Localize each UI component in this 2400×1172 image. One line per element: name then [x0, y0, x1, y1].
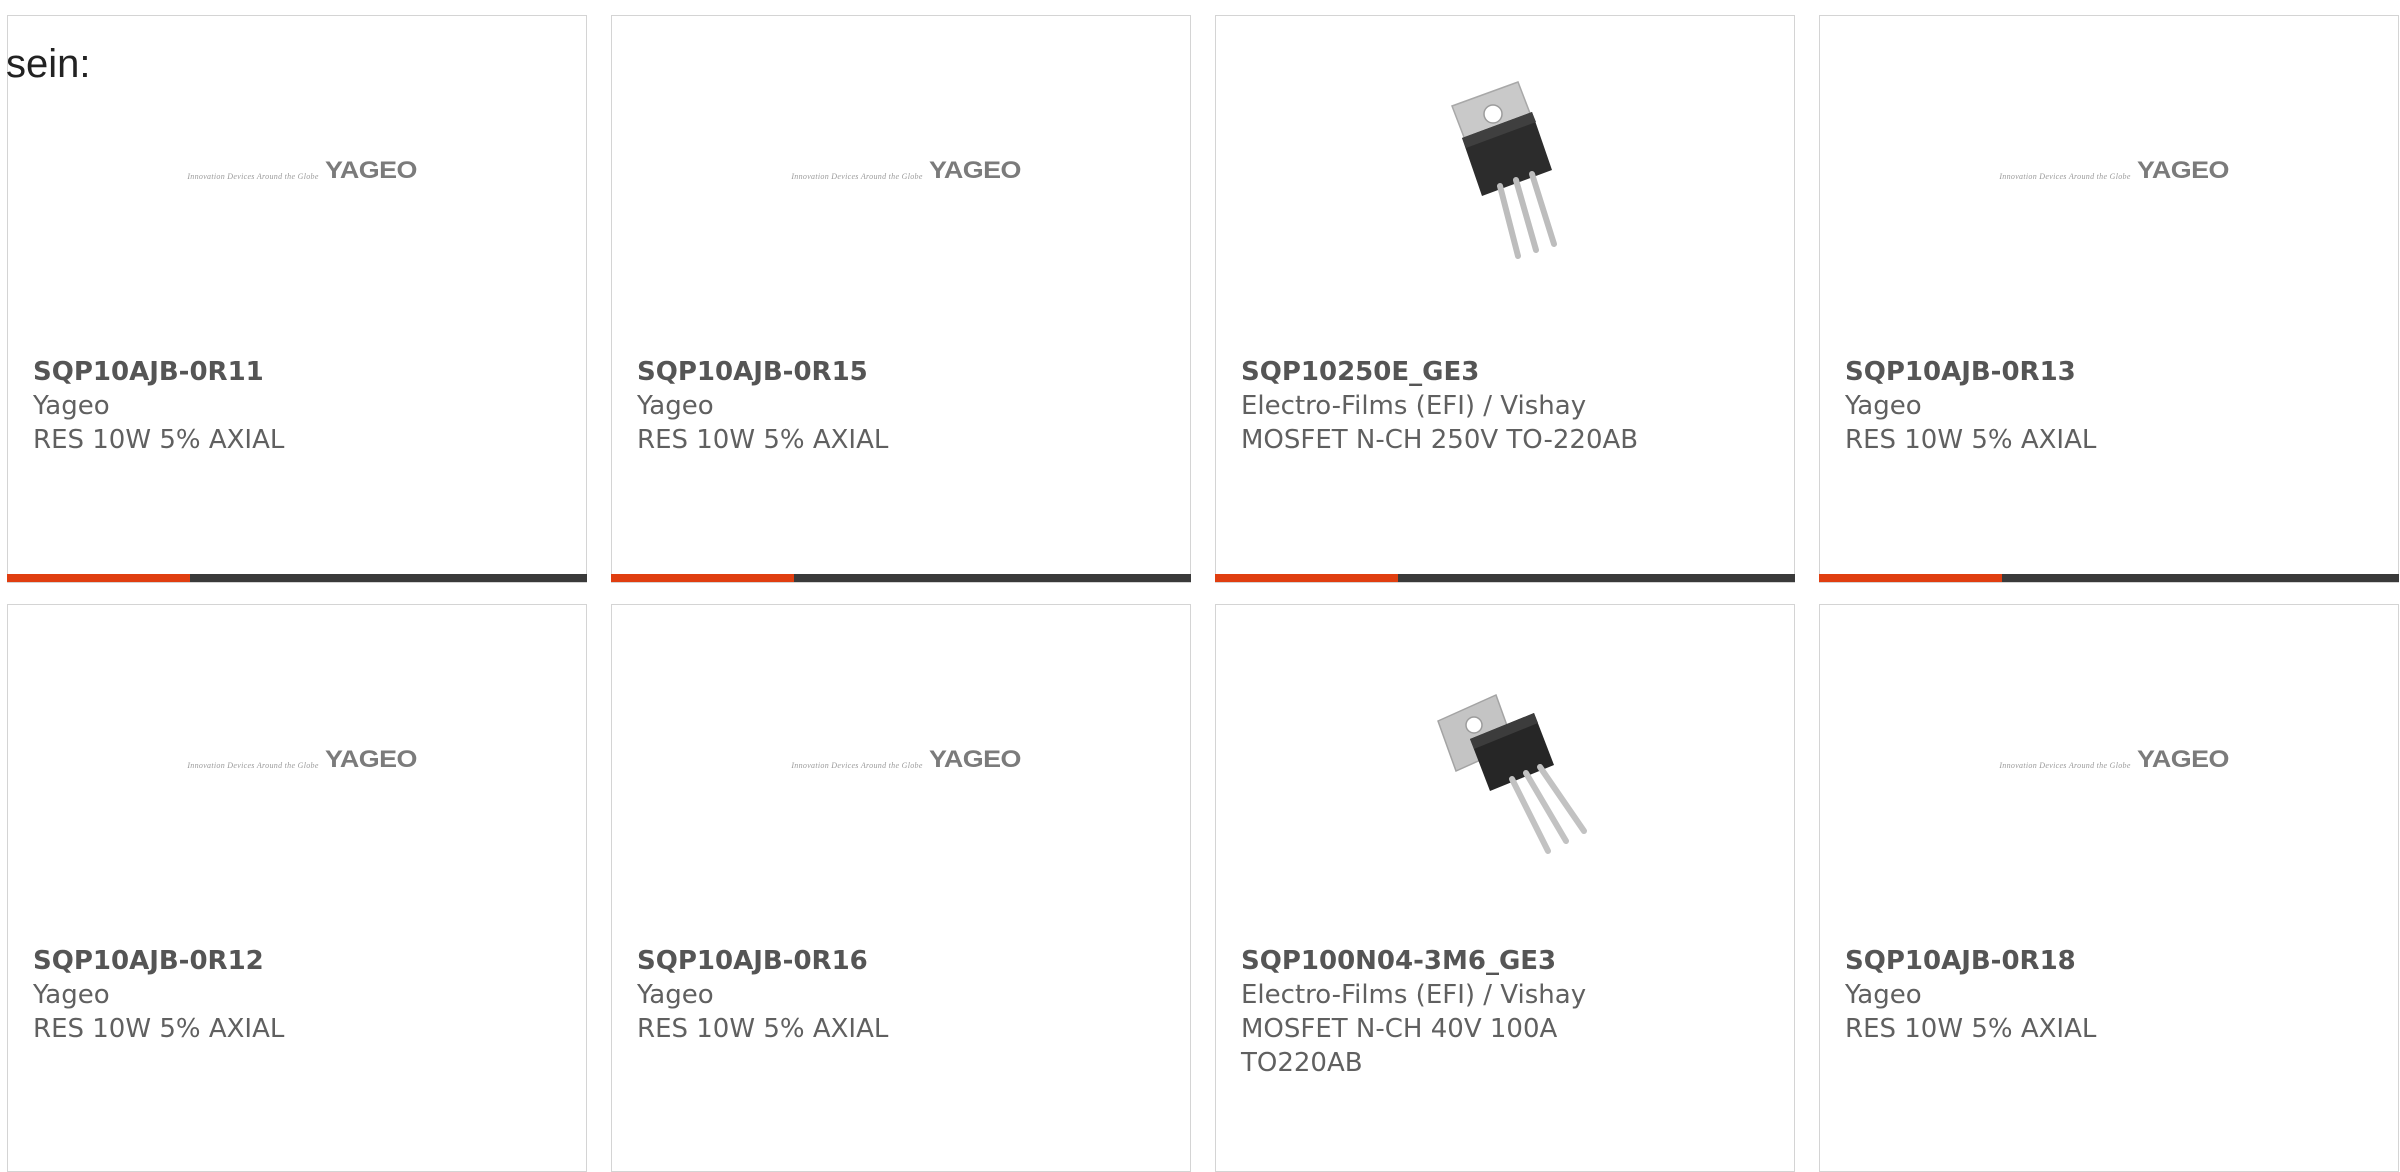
manufacturer: Yageo [33, 980, 110, 1010]
logo-wordmark: YAGEO [2136, 746, 2229, 773]
manufacturer: Yageo [637, 980, 714, 1010]
product-image: Innovation Devices Around the Globe YAGE… [612, 645, 1190, 875]
product-image: Innovation Devices Around the Globe YAGE… [1820, 645, 2398, 875]
product-grid: Innovation Devices Around the Globe YAGE… [7, 15, 2400, 1172]
manufacturer: Electro-Films (EFI) / Vishay [1241, 391, 1587, 421]
description: RES 10W 5% AXIAL [637, 425, 889, 455]
logo-tagline: Innovation Devices Around the Globe [1999, 172, 2131, 181]
logo-tagline: Innovation Devices Around the Globe [187, 761, 319, 770]
logo-wordmark: YAGEO [928, 157, 1021, 184]
yageo-logo: Innovation Devices Around the Globe YAGE… [791, 746, 1021, 774]
product-card[interactable]: SQP100N04-3M6_GE3 Electro-Films (EFI) / … [1215, 604, 1795, 1172]
product-card[interactable]: Innovation Devices Around the Globe YAGE… [7, 604, 587, 1172]
yageo-logo: Innovation Devices Around the Globe YAGE… [187, 746, 417, 774]
logo-wordmark: YAGEO [2136, 157, 2229, 184]
product-image [1216, 645, 1794, 875]
product-card[interactable]: Innovation Devices Around the Globe YAGE… [1819, 15, 2399, 583]
description: RES 10W 5% AXIAL [1845, 1014, 2097, 1044]
intro-text: sein: [6, 42, 91, 86]
logo-wordmark: YAGEO [324, 157, 417, 184]
card-bar-accent [1819, 574, 2002, 582]
yageo-logo: Innovation Devices Around the Globe YAGE… [1999, 746, 2229, 774]
part-number[interactable]: SQP10AJB-0R13 [1845, 355, 2378, 389]
manufacturer: Yageo [33, 391, 110, 421]
description: RES 10W 5% AXIAL [1845, 425, 2097, 455]
product-image: Innovation Devices Around the Globe YAGE… [8, 645, 586, 875]
yageo-logo: Innovation Devices Around the Globe YAGE… [187, 157, 417, 185]
part-number[interactable]: SQP10AJB-0R18 [1845, 944, 2378, 978]
description: RES 10W 5% AXIAL [637, 1014, 889, 1044]
logo-wordmark: YAGEO [928, 746, 1021, 773]
description: MOSFET N-CH 250V TO-220AB [1241, 425, 1639, 455]
card-bar-accent [611, 574, 794, 582]
product-image: Innovation Devices Around the Globe YAGE… [1820, 56, 2398, 286]
part-number[interactable]: SQP10AJB-0R12 [33, 944, 566, 978]
transistor-icon [1437, 693, 1587, 854]
manufacturer: Yageo [1845, 980, 1922, 1010]
logo-wordmark: YAGEO [324, 746, 417, 773]
part-number[interactable]: SQP10AJB-0R15 [637, 355, 1170, 389]
manufacturer: Electro-Films (EFI) / Vishay [1241, 980, 1587, 1010]
description: RES 10W 5% AXIAL [33, 425, 285, 455]
logo-tagline: Innovation Devices Around the Globe [791, 761, 923, 770]
card-bar [7, 574, 587, 582]
description: TO220AB [1241, 1048, 1363, 1078]
product-image [1216, 56, 1794, 286]
card-bar [1215, 574, 1795, 582]
product-image: Innovation Devices Around the Globe YAGE… [612, 56, 1190, 286]
product-card[interactable]: SQP10250E_GE3 Electro-Films (EFI) / Vish… [1215, 15, 1795, 583]
card-bar [611, 574, 1191, 582]
description: MOSFET N-CH 40V 100A [1241, 1014, 1558, 1044]
product-image: Innovation Devices Around the Globe YAGE… [8, 56, 586, 286]
part-number[interactable]: SQP100N04-3M6_GE3 [1241, 944, 1774, 978]
yageo-logo: Innovation Devices Around the Globe YAGE… [791, 157, 1021, 185]
part-number[interactable]: SQP10AJB-0R11 [33, 355, 566, 389]
logo-tagline: Innovation Devices Around the Globe [1999, 761, 2131, 770]
manufacturer: Yageo [637, 391, 714, 421]
product-card[interactable]: Innovation Devices Around the Globe YAGE… [1819, 604, 2399, 1172]
transistor-icon [1451, 81, 1557, 259]
card-bar-accent [1215, 574, 1398, 582]
card-bar-accent [7, 574, 190, 582]
logo-tagline: Innovation Devices Around the Globe [187, 172, 319, 181]
yageo-logo: Innovation Devices Around the Globe YAGE… [1999, 157, 2229, 185]
product-card[interactable]: Innovation Devices Around the Globe YAGE… [611, 15, 1191, 583]
description: RES 10W 5% AXIAL [33, 1014, 285, 1044]
manufacturer: Yageo [1845, 391, 1922, 421]
part-number[interactable]: SQP10250E_GE3 [1241, 355, 1774, 389]
product-card[interactable]: Innovation Devices Around the Globe YAGE… [611, 604, 1191, 1172]
product-card[interactable]: Innovation Devices Around the Globe YAGE… [7, 15, 587, 583]
part-number[interactable]: SQP10AJB-0R16 [637, 944, 1170, 978]
card-bar [1819, 574, 2399, 582]
logo-tagline: Innovation Devices Around the Globe [791, 172, 923, 181]
